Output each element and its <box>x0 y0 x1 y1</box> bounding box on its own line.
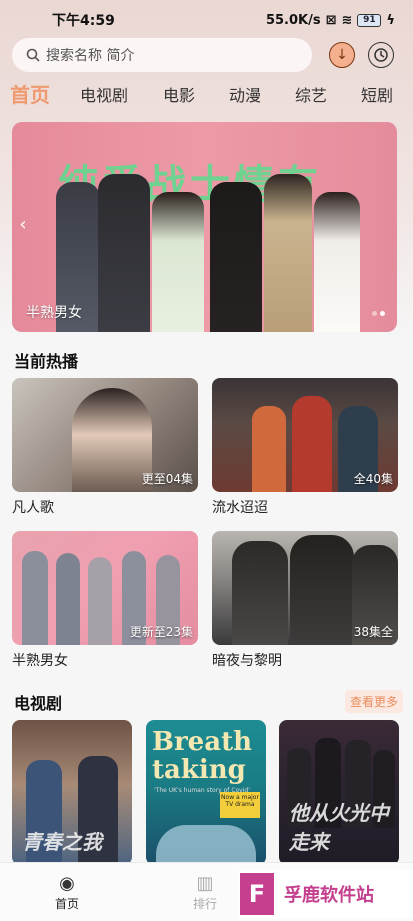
home-icon: ◉ <box>59 873 75 894</box>
ranking-icon: ▥ <box>196 873 214 894</box>
sim-icon: ⊠ <box>325 12 337 28</box>
section-title-now-playing: 当前热播 <box>14 352 79 371</box>
episode-badge: 38集全 <box>353 625 393 639</box>
battery-icon: 91 <box>357 13 382 27</box>
search-placeholder: 搜索名称 简介 <box>46 48 135 64</box>
show-card[interactable]: 全40集 <box>212 378 398 492</box>
tv-poster[interactable]: Breath taking 'The UK's human story of C… <box>146 720 266 865</box>
download-icon: ↓ <box>336 47 348 63</box>
nav-label: 首页 <box>54 897 79 911</box>
card-thumbnail <box>252 406 286 492</box>
card-thumbnail <box>88 557 112 645</box>
show-title[interactable]: 流水迢迢 <box>212 497 268 517</box>
poster-figure <box>156 825 256 865</box>
show-card[interactable]: 更至04集 <box>12 378 198 492</box>
card-thumbnail <box>232 541 288 645</box>
show-title[interactable]: 暗夜与黎明 <box>212 650 282 670</box>
wifi-icon: ≋ <box>341 12 353 28</box>
episode-badge: 全40集 <box>353 472 393 486</box>
poster-title-art: 他从火光中走来 <box>289 801 389 854</box>
download-button[interactable]: ↓ <box>329 42 355 68</box>
search-icon <box>26 48 40 62</box>
nav-home[interactable]: ◉ 首页 <box>37 873 97 912</box>
network-speed: 55.0K/s <box>265 12 321 28</box>
card-thumbnail <box>56 553 80 645</box>
featured-banner[interactable]: 纯爱战士情有 ‹ 半熟男女 <box>12 122 397 332</box>
nav-label: 排行 <box>192 897 217 911</box>
banner-figure <box>152 192 204 332</box>
banner-figure <box>264 174 312 332</box>
status-time: 下午4:59 <box>52 13 115 29</box>
clock-icon <box>374 48 388 62</box>
card-thumbnail <box>72 388 152 492</box>
tab-tv[interactable]: 电视剧 <box>80 82 128 106</box>
see-more-button[interactable]: 查看更多 <box>344 690 403 713</box>
episode-badge: 更至04集 <box>141 472 193 486</box>
nav-ranking[interactable]: ▥ 排行 <box>175 873 235 912</box>
status-bar: 下午4:59 55.0K/s ⊠ ≋ 91 ϟ <box>0 0 413 40</box>
poster-title-art: Breath taking <box>152 727 252 785</box>
pagination-dot-active[interactable] <box>380 311 385 316</box>
category-tabs: 首页 电视剧 电影 动漫 综艺 短剧 <box>10 82 410 110</box>
poster-title-art: 青春之我 <box>22 830 102 854</box>
show-card[interactable]: 38集全 <box>212 531 398 645</box>
poster-badge: Now a major TV drama <box>220 792 260 818</box>
section-title-tv: 电视剧 <box>14 694 63 713</box>
pagination-dot[interactable] <box>372 311 377 316</box>
tab-variety[interactable]: 综艺 <box>295 82 327 106</box>
card-thumbnail <box>22 551 48 645</box>
tab-anime[interactable]: 动漫 <box>229 82 261 106</box>
banner-caption: 半熟男女 <box>26 305 82 321</box>
watermark-text: 孚鹿软件站 <box>284 885 374 906</box>
charging-icon: ϟ <box>386 12 395 28</box>
search-input[interactable]: 搜索名称 简介 <box>12 38 312 72</box>
watermark: F 孚鹿软件站 <box>238 870 413 918</box>
banner-prev-icon[interactable]: ‹ <box>12 214 34 236</box>
tab-movie[interactable]: 电影 <box>163 82 195 106</box>
card-thumbnail <box>292 396 332 492</box>
watermark-logo: F <box>240 873 274 915</box>
search-row: 搜索名称 简介 ↓ <box>12 38 402 72</box>
history-button[interactable] <box>368 42 394 68</box>
tv-poster[interactable]: 他从火光中走来 <box>279 720 399 865</box>
tab-home[interactable]: 首页 <box>10 79 50 108</box>
banner-pagination <box>372 311 385 316</box>
card-thumbnail <box>290 535 354 645</box>
show-title[interactable]: 凡人歌 <box>12 497 54 517</box>
tab-short[interactable]: 短剧 <box>361 82 393 106</box>
banner-figure <box>210 182 262 332</box>
banner-figure <box>98 174 150 332</box>
show-title[interactable]: 半熟男女 <box>12 650 68 670</box>
show-card[interactable]: 更新至23集 <box>12 531 198 645</box>
status-icons: 55.0K/s ⊠ ≋ 91 ϟ <box>266 13 395 28</box>
tv-poster[interactable]: 青春之我 <box>12 720 132 865</box>
banner-figure <box>314 192 360 332</box>
episode-badge: 更新至23集 <box>129 625 193 639</box>
